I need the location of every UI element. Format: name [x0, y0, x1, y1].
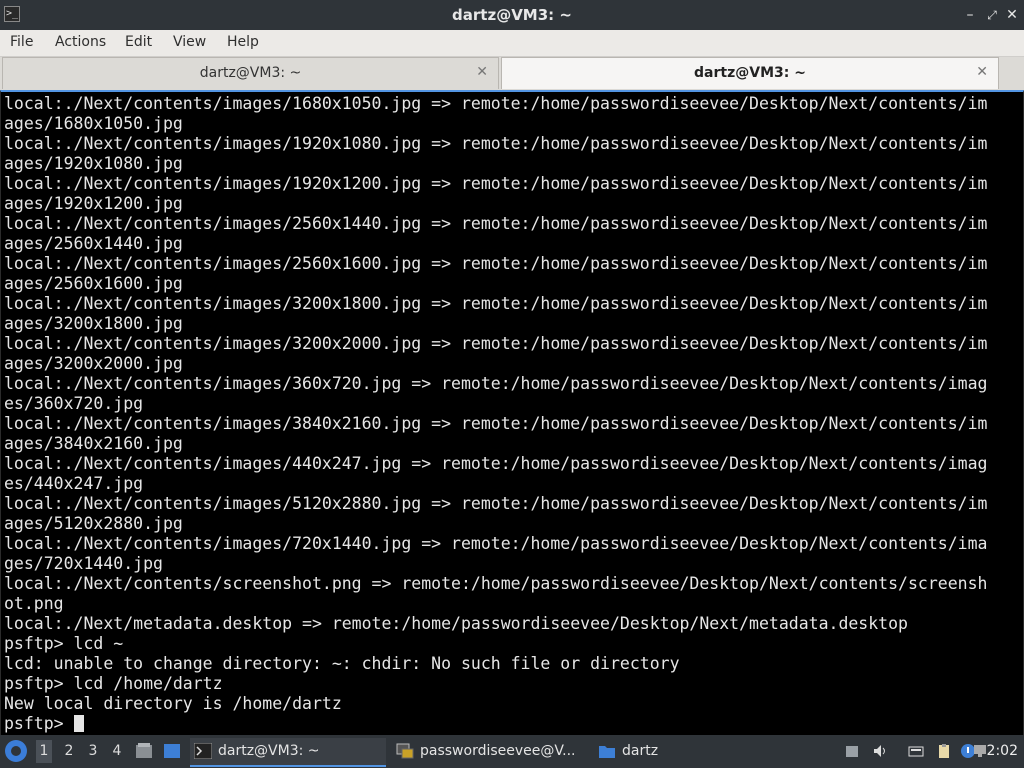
network-terminal-icon [396, 743, 414, 759]
workspace-4[interactable]: 4 [109, 743, 125, 759]
terminal-line: psftp> lcd ~ [4, 634, 124, 653]
taskbar: 1 2 3 4 dartz@VM3: ~ passwordiseevee@V..… [0, 735, 1024, 768]
terminal-output[interactable]: local:./Next/contents/images/1680x1050.j… [0, 90, 1024, 735]
terminal-line: ages/2560x1600.jpg [4, 274, 183, 293]
terminal-line: local:./Next/contents/images/720x1440.jp… [4, 534, 988, 553]
task-psftp[interactable]: passwordiseevee@V... [392, 738, 588, 765]
terminal-line: local:./Next/contents/images/2560x1600.j… [4, 254, 988, 273]
tab-close-icon[interactable]: ✕ [476, 64, 488, 80]
file-manager-icon[interactable] [135, 743, 153, 759]
menu-edit[interactable]: Edit [125, 34, 152, 50]
show-desktop-icon[interactable] [163, 743, 181, 759]
workspace-1[interactable]: 1 [36, 740, 52, 763]
terminal-prompt-line[interactable]: psftp> [4, 714, 1020, 734]
folder-icon [599, 746, 615, 758]
menu-help[interactable]: Help [227, 34, 259, 50]
tab-label: dartz@VM3: ~ [694, 65, 806, 81]
terminal-line: local:./Next/contents/images/3200x1800.j… [4, 294, 988, 313]
terminal-line: local:./Next/contents/images/3840x2160.j… [4, 414, 988, 433]
window-title: dartz@VM3: ~ [452, 6, 572, 24]
terminal-line: ages/1920x1080.jpg [4, 154, 183, 173]
terminal-line: ages/1680x1050.jpg [4, 114, 183, 133]
tab-close-icon[interactable]: ✕ [976, 64, 988, 80]
lxqt-menu-icon[interactable] [5, 740, 27, 762]
terminal-line: ages/1920x1200.jpg [4, 194, 183, 213]
terminal-lines: local:./Next/contents/images/1680x1050.j… [4, 94, 1020, 734]
clipboard-icon[interactable] [936, 743, 952, 759]
maximize-icon[interactable]: ⤢ [982, 5, 1002, 25]
workspace-3[interactable]: 3 [85, 743, 101, 759]
terminal-line: ot.png [4, 594, 64, 613]
terminal-line: local:./Next/contents/images/3200x2000.j… [4, 334, 988, 353]
minimize-icon[interactable]: – [960, 5, 980, 25]
keyboard-icon[interactable] [908, 743, 924, 759]
task-label: passwordiseevee@V... [420, 743, 576, 759]
terminal-line: lcd: unable to change directory: ~: chdi… [4, 654, 680, 673]
terminal-line: psftp> lcd /home/dartz [4, 674, 223, 693]
terminal-line: ages/2560x1440.jpg [4, 234, 183, 253]
task-folder[interactable]: dartz [594, 738, 790, 765]
terminal-line: local:./Next/contents/screenshot.png => … [4, 574, 988, 593]
menu-view[interactable]: View [173, 34, 206, 50]
removable-drive-icon[interactable] [844, 743, 860, 759]
tab-bar: dartz@VM3: ~ ✕ dartz@VM3: ~ ✕ [0, 57, 1024, 90]
terminal-line: ages/3200x1800.jpg [4, 314, 183, 333]
workspace-2[interactable]: 2 [61, 743, 77, 759]
terminal-line: ges/720x1440.jpg [4, 554, 163, 573]
menu-file[interactable]: File [10, 34, 33, 50]
tab-label: dartz@VM3: ~ [199, 65, 302, 81]
volume-icon[interactable] [872, 743, 888, 759]
task-label: dartz@VM3: ~ [218, 743, 320, 759]
terminal-line: local:./Next/contents/images/5120x2880.j… [4, 494, 988, 513]
terminal-cursor [73, 715, 84, 732]
tab-terminal-1[interactable]: dartz@VM3: ~ ✕ [2, 57, 499, 89]
terminal-line: local:./Next/metadata.desktop => remote:… [4, 614, 908, 633]
terminal-icon [194, 743, 212, 759]
tab-terminal-2[interactable]: dartz@VM3: ~ ✕ [501, 57, 999, 89]
terminal-line: local:./Next/contents/images/440x247.jpg… [4, 454, 988, 473]
terminal-line: ages/3200x2000.jpg [4, 354, 183, 373]
terminal-line: ages/5120x2880.jpg [4, 514, 183, 533]
terminal-line: es/360x720.jpg [4, 394, 144, 413]
terminal-line: New local directory is /home/dartz [4, 694, 342, 713]
window-titlebar[interactable]: >_ dartz@VM3: ~ – ⤢ ✕ [0, 0, 1024, 30]
menu-bar: File Actions Edit View Help [0, 30, 1024, 57]
close-icon[interactable]: ✕ [1002, 5, 1022, 25]
terminal-line: local:./Next/contents/images/1920x1080.j… [4, 134, 988, 153]
task-terminal[interactable]: dartz@VM3: ~ [190, 738, 386, 767]
terminal-line: local:./Next/contents/images/1920x1200.j… [4, 174, 988, 193]
menu-actions[interactable]: Actions [55, 34, 106, 50]
task-label: dartz [622, 743, 659, 759]
terminal-line: local:./Next/contents/images/2560x1440.j… [4, 214, 988, 233]
terminal-line: local:./Next/contents/images/1680x1050.j… [4, 94, 988, 113]
clock[interactable]: 2:02 [987, 743, 1018, 759]
terminal-line: ages/3840x2160.jpg [4, 434, 183, 453]
terminal-line: local:./Next/contents/images/360x720.jpg… [4, 374, 988, 393]
terminal-line: es/440x247.jpg [4, 474, 144, 493]
terminal-prompt: psftp> [4, 714, 74, 733]
